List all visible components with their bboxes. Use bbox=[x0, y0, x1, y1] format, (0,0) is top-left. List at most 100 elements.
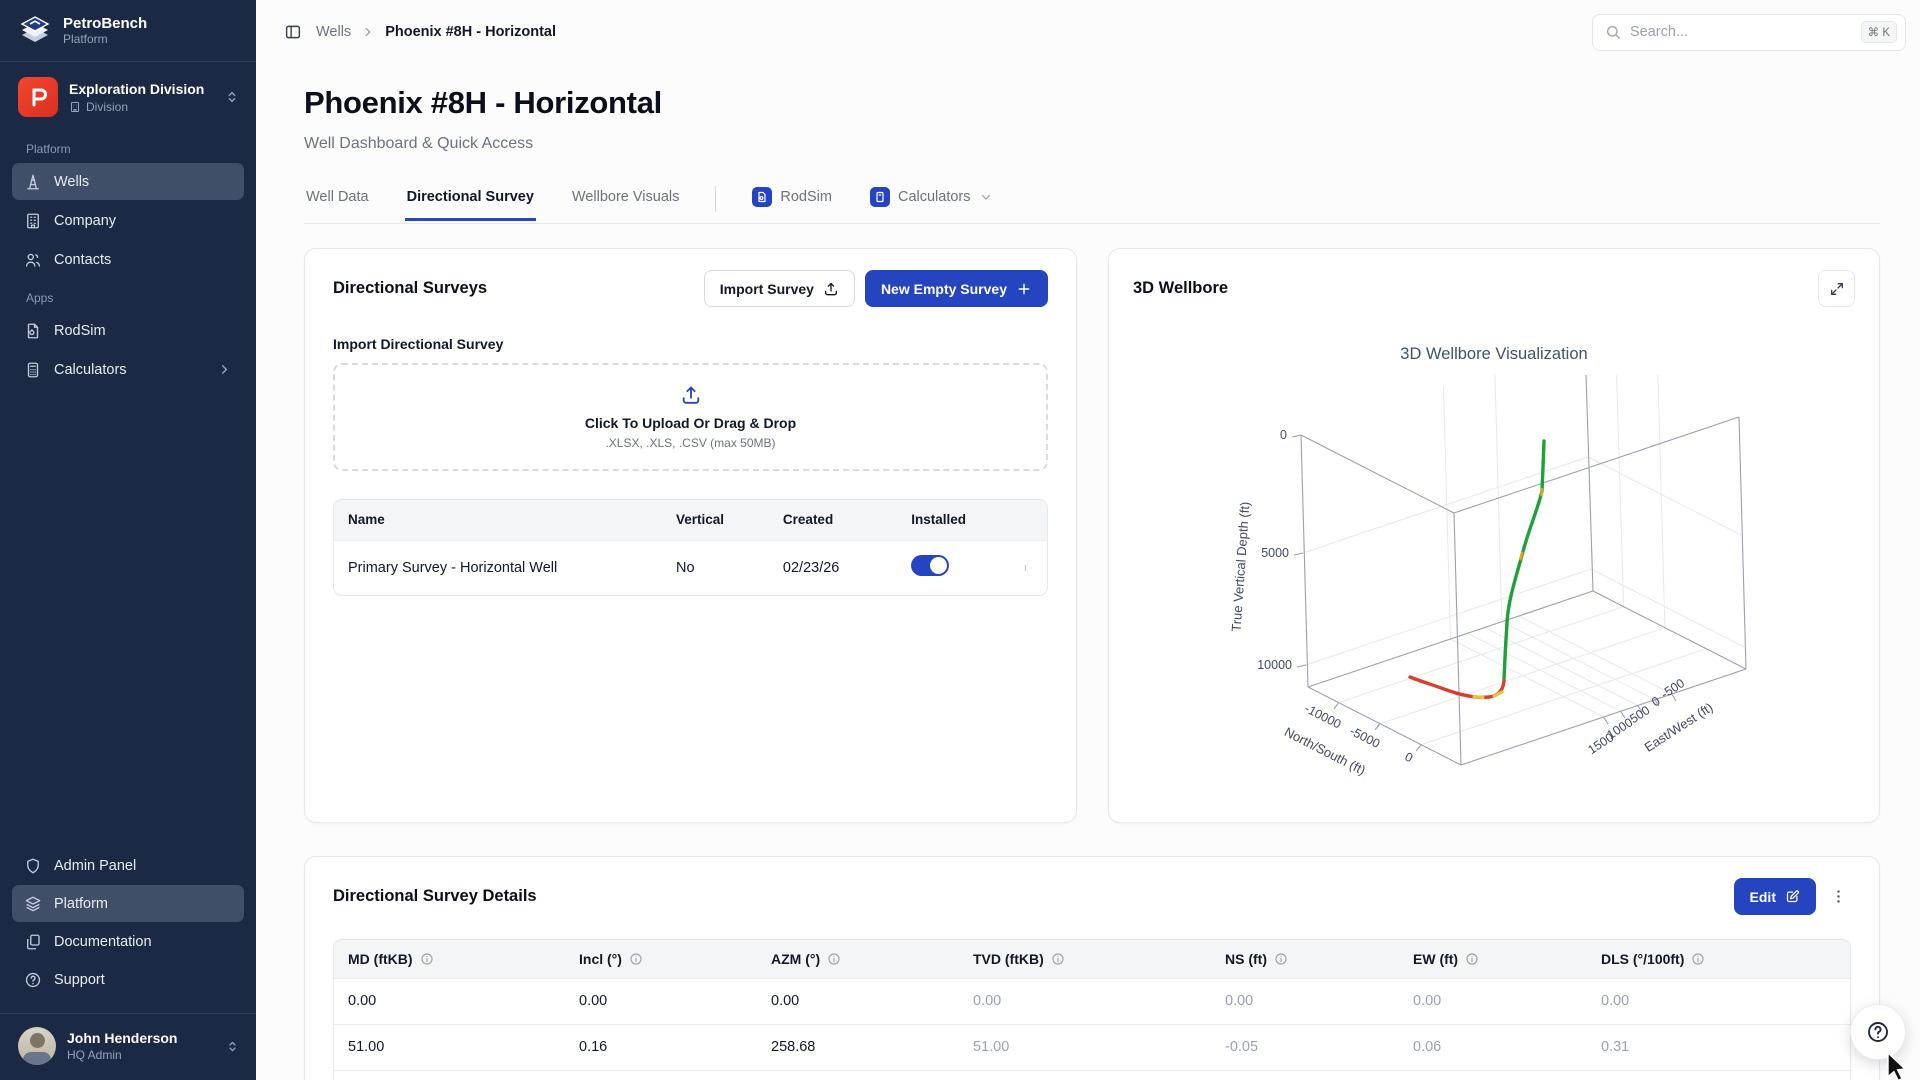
info-icon[interactable] bbox=[1051, 952, 1065, 966]
sidebar-item-label: Contacts bbox=[54, 252, 111, 268]
cell-azm[interactable]: 0.00 bbox=[757, 978, 959, 1024]
col-header-created: Created bbox=[769, 500, 897, 540]
info-icon[interactable] bbox=[1465, 952, 1479, 966]
cell-md[interactable]: 148.00 bbox=[334, 1070, 565, 1080]
sidebar-item-calculators[interactable]: Calculators bbox=[12, 351, 244, 388]
sidebar-item-contacts[interactable]: Contacts bbox=[12, 241, 244, 278]
sidebar-item-label: Documentation bbox=[54, 934, 152, 950]
dropzone-hint: .XLSX, .XLS, .CSV (max 50MB) bbox=[605, 436, 775, 450]
division-name: Exploration Division bbox=[69, 81, 213, 97]
sidebar-item-company[interactable]: Company bbox=[12, 202, 244, 239]
global-search[interactable]: ⌘ K bbox=[1592, 14, 1906, 51]
cell-incl[interactable]: 0.18 bbox=[565, 1070, 757, 1080]
search-shortcut-badge: ⌘ K bbox=[1861, 21, 1897, 43]
survey-details-card: Directional Survey Details Edit MD (ftKB… bbox=[304, 856, 1880, 1080]
petrobench-logo-icon bbox=[18, 14, 52, 48]
dropzone-title: Click To Upload Or Drag & Drop bbox=[585, 415, 796, 431]
wellbore-3d-plot[interactable]: 0 5000 10000 -10000 -5000 0 1500 1000 50… bbox=[1145, 375, 1851, 805]
details-menu-kebab-icon[interactable] bbox=[1826, 884, 1851, 909]
cell-ns: 0.00 bbox=[1211, 978, 1399, 1024]
col-header-ns: NS (ft) bbox=[1211, 940, 1399, 978]
card-title: 3D Wellbore bbox=[1133, 279, 1228, 298]
tab-well-data[interactable]: Well Data bbox=[304, 180, 371, 221]
sidebar-section-platform: Platform bbox=[0, 130, 256, 162]
info-icon[interactable] bbox=[1274, 952, 1288, 966]
installed-toggle[interactable] bbox=[911, 555, 949, 576]
tvd-axis-title: True Vertical Depth (ft) bbox=[1228, 501, 1252, 632]
tab-wellbore-visuals[interactable]: Wellbore Visuals bbox=[570, 180, 681, 221]
breadcrumb: Wells Phoenix #8H - Horizontal bbox=[316, 24, 556, 40]
table-row[interactable]: 148.00 0.18 280.95 148.00 -0.05 -0.23 0.… bbox=[334, 1070, 1850, 1080]
brand-tagline: Platform bbox=[63, 32, 147, 46]
calculator-icon bbox=[24, 361, 42, 379]
rodsim-file-icon bbox=[24, 322, 42, 340]
cell-tvd: 51.00 bbox=[959, 1024, 1211, 1070]
new-empty-survey-button[interactable]: New Empty Survey bbox=[865, 270, 1048, 307]
upload-icon bbox=[823, 281, 839, 297]
info-icon[interactable] bbox=[629, 952, 643, 966]
cell-ew: 0.00 bbox=[1399, 978, 1587, 1024]
table-row[interactable]: 51.00 0.16 258.68 51.00 -0.05 0.06 0.31 bbox=[334, 1024, 1850, 1070]
help-circle-icon bbox=[24, 971, 42, 989]
cell-md[interactable]: 0.00 bbox=[334, 978, 565, 1024]
tab-calculators[interactable]: Calculators bbox=[868, 178, 995, 223]
cell-md[interactable]: 51.00 bbox=[334, 1024, 565, 1070]
table-row[interactable]: Primary Survey - Horizontal Well No 02/2… bbox=[334, 540, 1047, 595]
upload-icon bbox=[680, 384, 702, 406]
cell-ew: -0.23 bbox=[1399, 1070, 1587, 1080]
division-switcher[interactable]: Exploration Division Division bbox=[0, 62, 256, 130]
col-header-dls: DLS (°/100ft) bbox=[1587, 940, 1850, 978]
upload-dropzone[interactable]: Click To Upload Or Drag & Drop .XLSX, .X… bbox=[333, 363, 1048, 471]
sidebar-item-label: Wells bbox=[54, 174, 89, 190]
panel-toggle-icon[interactable] bbox=[284, 23, 302, 41]
col-header-md: MD (ftKB) bbox=[334, 940, 565, 978]
search-input[interactable] bbox=[1630, 24, 1852, 40]
cell-incl[interactable]: 0.00 bbox=[565, 978, 757, 1024]
import-survey-button[interactable]: Import Survey bbox=[704, 270, 855, 307]
user-menu[interactable]: John Henderson HQ Admin bbox=[0, 1013, 256, 1080]
col-header-azm: AZM (°) bbox=[757, 940, 959, 978]
col-header-tvd: TVD (ftKB) bbox=[959, 940, 1211, 978]
col-header-incl: Incl (°) bbox=[565, 940, 757, 978]
card-title: Directional Surveys bbox=[333, 279, 487, 298]
chevron-updown-icon bbox=[224, 89, 240, 105]
surveys-table: Name Vertical Created Installed Primary … bbox=[333, 499, 1048, 596]
avatar bbox=[18, 1027, 56, 1065]
row-menu-kebab-icon[interactable] bbox=[1018, 556, 1033, 580]
breadcrumb-wells[interactable]: Wells bbox=[316, 24, 351, 40]
sidebar-item-support[interactable]: Support bbox=[12, 961, 244, 998]
fullscreen-button[interactable] bbox=[1818, 270, 1855, 307]
tab-rodsim[interactable]: RodSim bbox=[750, 178, 834, 223]
sidebar-item-documentation[interactable]: Documentation bbox=[12, 923, 244, 960]
layers-icon bbox=[24, 895, 42, 913]
sidebar-item-label: Calculators bbox=[54, 362, 127, 378]
cell-azm[interactable]: 280.95 bbox=[757, 1070, 959, 1080]
cell-ew: 0.06 bbox=[1399, 1024, 1587, 1070]
rodsim-app-icon bbox=[752, 187, 772, 207]
chevron-right-icon bbox=[361, 25, 375, 39]
card-title: Directional Survey Details bbox=[333, 887, 537, 906]
import-section-label: Import Directional Survey bbox=[333, 336, 1048, 352]
info-icon[interactable] bbox=[827, 952, 841, 966]
info-icon[interactable] bbox=[1691, 952, 1705, 966]
info-icon[interactable] bbox=[420, 952, 434, 966]
cell-azm[interactable]: 258.68 bbox=[757, 1024, 959, 1070]
sidebar-item-admin-panel[interactable]: Admin Panel bbox=[12, 847, 244, 884]
sidebar-item-rodsim[interactable]: RodSim bbox=[12, 312, 244, 349]
cell-incl[interactable]: 0.16 bbox=[565, 1024, 757, 1070]
sidebar-item-platform[interactable]: Platform bbox=[12, 885, 244, 922]
help-fab-button[interactable] bbox=[1850, 1004, 1906, 1060]
tab-directional-survey[interactable]: Directional Survey bbox=[405, 180, 536, 221]
edit-button[interactable]: Edit bbox=[1734, 878, 1816, 915]
table-row[interactable]: 0.00 0.00 0.00 0.00 0.00 0.00 0.00 bbox=[334, 978, 1850, 1024]
sidebar-item-wells[interactable]: Wells bbox=[12, 163, 244, 200]
brand-name: PetroBench bbox=[63, 15, 147, 32]
breadcrumb-current: Phoenix #8H - Horizontal bbox=[385, 24, 556, 40]
topbar: Wells Phoenix #8H - Horizontal ⌘ K bbox=[256, 0, 1920, 64]
sidebar-item-label: Support bbox=[54, 972, 105, 988]
main-content: Wells Phoenix #8H - Horizontal ⌘ K Phoen… bbox=[256, 0, 1920, 1080]
survey-details-table: MD (ftKB) Incl (°) AZM (°) TVD (ftKB) NS… bbox=[333, 939, 1851, 1080]
shield-icon bbox=[24, 857, 42, 875]
cell-dls: 0.07 bbox=[1587, 1070, 1850, 1080]
col-header-installed: Installed bbox=[897, 500, 1004, 540]
